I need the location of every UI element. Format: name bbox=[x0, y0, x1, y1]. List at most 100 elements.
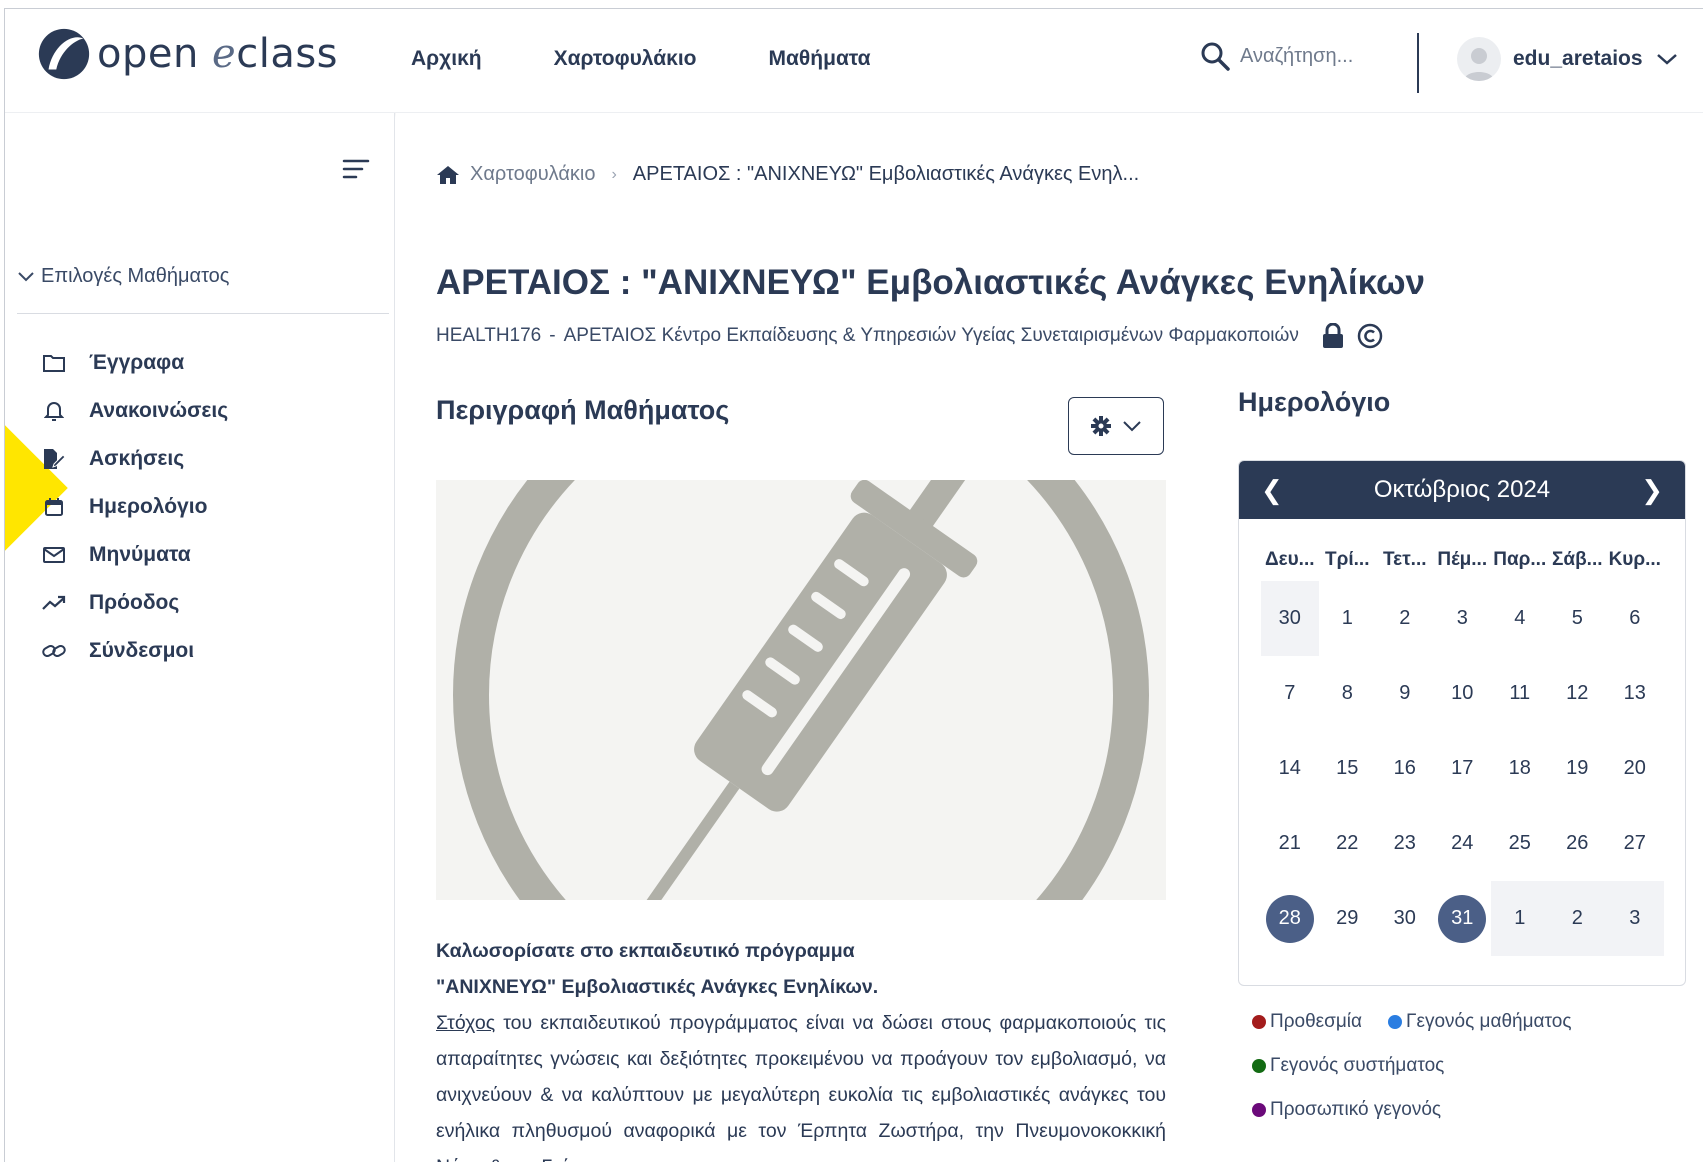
search-icon bbox=[1201, 42, 1230, 71]
sidebar-item-calendar[interactable]: Ημερολόγιο bbox=[37, 483, 228, 531]
legend-swatch bbox=[1252, 1103, 1266, 1117]
sidebar-item-progress[interactable]: Πρόοδος bbox=[37, 579, 228, 627]
course-options-toggle[interactable]: Επιλογές Μαθήματος bbox=[17, 265, 229, 288]
calendar-day[interactable]: 13 bbox=[1606, 656, 1664, 731]
calendar-day[interactable]: 16 bbox=[1376, 731, 1434, 806]
top-header: open eclass Αρχική Χαρτοφυλάκιο Μαθήματα… bbox=[5, 9, 1703, 113]
calendar-day[interactable]: 5 bbox=[1549, 581, 1607, 656]
legend-course-event: Γεγονός μαθήματος bbox=[1388, 1011, 1571, 1033]
nav-portfolio[interactable]: Χαρτοφυλάκιο bbox=[554, 47, 697, 71]
openeclass-logo[interactable]: open eclass bbox=[35, 25, 338, 83]
legend-personal-event: Προσωπικό γεγονός bbox=[1252, 1099, 1441, 1121]
avatar bbox=[1457, 37, 1501, 81]
calendar-day[interactable]: 19 bbox=[1549, 731, 1607, 806]
course-code: HEALTH176 bbox=[436, 325, 542, 346]
calendar-day[interactable]: 11 bbox=[1491, 656, 1549, 731]
calendar-day[interactable]: 20 bbox=[1606, 731, 1664, 806]
user-avatar-icon bbox=[1464, 48, 1494, 81]
legend-swatch bbox=[1388, 1015, 1403, 1029]
course-meta: HEALTH176 - ΑΡΕΤΑΙΟΣ Κέντρο Εκπαίδευσης … bbox=[436, 323, 1383, 349]
calendar-day[interactable]: 31 bbox=[1434, 881, 1492, 956]
calendar-day[interactable]: 22 bbox=[1319, 806, 1377, 881]
calendar-day[interactable]: 26 bbox=[1549, 806, 1607, 881]
weekday-label: Τετ... bbox=[1382, 549, 1427, 570]
calendar-day[interactable]: 27 bbox=[1606, 806, 1664, 881]
calendar-day[interactable]: 25 bbox=[1491, 806, 1549, 881]
calendar-day[interactable]: 30 bbox=[1261, 581, 1319, 656]
sidebar-item-label: Ανακοινώσεις bbox=[89, 399, 229, 422]
calendar-day[interactable]: 1 bbox=[1319, 581, 1377, 656]
calendar-days: 30 1 2 3 4 5 6 7 8 9 10 11 12 13 14 15 16 17 18 19 20 21 22 23 2… bbox=[1239, 581, 1685, 956]
calendar-day[interactable]: 28 bbox=[1261, 881, 1319, 956]
course-description-text: Καλωσορίσατε στο εκπαιδευτικό πρόγραμμα … bbox=[436, 933, 1166, 1162]
calendar-day[interactable]: 7 bbox=[1261, 656, 1319, 731]
prev-month-icon[interactable]: ❮ bbox=[1261, 475, 1283, 506]
sidebar-item-messages[interactable]: Μηνύματα bbox=[37, 531, 228, 579]
user-menu[interactable]: edu_aretaios bbox=[1457, 37, 1679, 81]
calendar-day[interactable]: 2 bbox=[1376, 581, 1434, 656]
calendar-day[interactable]: 4 bbox=[1491, 581, 1549, 656]
calendar-day[interactable]: 15 bbox=[1319, 731, 1377, 806]
weekday-label: Κυρ... bbox=[1608, 549, 1661, 570]
link-icon bbox=[42, 645, 66, 657]
sidebar-toggle-icon[interactable] bbox=[342, 157, 370, 181]
course-image bbox=[436, 480, 1166, 900]
search-placeholder[interactable]: Αναζήτηση... bbox=[1240, 45, 1353, 68]
calendar-heading: Ημερολόγιο bbox=[1238, 387, 1391, 417]
calendar-day[interactable]: 3 bbox=[1606, 881, 1664, 956]
sidebar-item-links[interactable]: Σύνδεσμοι bbox=[37, 627, 228, 675]
course-meta-separator: - bbox=[549, 325, 556, 346]
legend-swatch bbox=[1252, 1015, 1266, 1029]
sidebar-item-label: Ασκήσεις bbox=[89, 447, 185, 470]
sidebar-item-documents[interactable]: Έγγραφα bbox=[37, 339, 228, 387]
calendar-day[interactable]: 1 bbox=[1491, 881, 1549, 956]
calendar-day[interactable]: 8 bbox=[1319, 656, 1377, 731]
calendar-day[interactable]: 18 bbox=[1491, 731, 1549, 806]
chevron-down-icon bbox=[1656, 54, 1677, 65]
calendar-widget: ❮ Οκτώβριος 2024 ❯ Δευ... Τρί... Τετ... Πέμ… bbox=[1238, 460, 1686, 986]
goal-text: του εκπαιδευτικού προγράμματος είναι να … bbox=[436, 1012, 1166, 1162]
logo-text: open eclass bbox=[97, 31, 339, 77]
calendar-day[interactable]: 17 bbox=[1434, 731, 1492, 806]
calendar-day[interactable]: 6 bbox=[1606, 581, 1664, 656]
calendar-day[interactable]: 2 bbox=[1548, 881, 1606, 956]
nav-home[interactable]: Αρχική bbox=[411, 47, 482, 71]
sidebar-item-label: Ημερολόγιο bbox=[89, 495, 208, 518]
calendar-day[interactable]: 3 bbox=[1434, 581, 1492, 656]
header-divider bbox=[1417, 33, 1419, 93]
bell-icon bbox=[44, 402, 64, 421]
sidebar-item-announcements[interactable]: Ανακοινώσεις bbox=[37, 387, 228, 435]
legend-swatch bbox=[1252, 1059, 1266, 1073]
goal-paragraph: Στόχος του εκπαιδευτικού προγράμματος εί… bbox=[436, 1005, 1166, 1162]
calendar-legend: Προθεσμία Γεγονός μαθήματος Γεγονός συστ… bbox=[1252, 1011, 1571, 1143]
gear-icon bbox=[1091, 416, 1111, 436]
weekday-label: Σάβ... bbox=[1551, 549, 1603, 570]
calendar-day[interactable]: 24 bbox=[1434, 806, 1492, 881]
calendar-day[interactable]: 12 bbox=[1549, 656, 1607, 731]
exercise-icon bbox=[44, 449, 66, 469]
course-description-heading: Περιγραφή Μαθήματος bbox=[436, 395, 730, 425]
legend-system-event: Γεγονός συστήματος bbox=[1252, 1055, 1444, 1077]
legend-deadline: Προθεσμία bbox=[1252, 1011, 1362, 1033]
course-institution: ΑΡΕΤΑΙΟΣ Κέντρο Εκπαίδευσης & Υπηρεσιών … bbox=[563, 325, 1299, 346]
copyright-icon bbox=[1357, 323, 1383, 349]
calendar-day[interactable]: 23 bbox=[1376, 806, 1434, 881]
syringe-image-icon bbox=[453, 480, 1149, 900]
nav-courses[interactable]: Μαθήματα bbox=[769, 47, 871, 71]
calendar-day[interactable]: 10 bbox=[1434, 656, 1492, 731]
calendar-day[interactable]: 29 bbox=[1319, 881, 1377, 956]
sidebar-item-exercises[interactable]: Ασκήσεις bbox=[37, 435, 228, 483]
calendar-day[interactable]: 21 bbox=[1261, 806, 1319, 881]
description-settings-button[interactable] bbox=[1068, 397, 1164, 455]
calendar-day[interactable]: 30 bbox=[1376, 881, 1434, 956]
folder-icon bbox=[43, 355, 65, 372]
search-box[interactable]: Αναζήτηση... bbox=[1200, 41, 1353, 71]
calendar-day[interactable]: 14 bbox=[1261, 731, 1319, 806]
calendar-day[interactable]: 9 bbox=[1376, 656, 1434, 731]
breadcrumb-portfolio-link[interactable]: Χαρτοφυλάκιο bbox=[470, 163, 595, 186]
next-month-icon[interactable]: ❯ bbox=[1641, 475, 1663, 506]
trend-icon bbox=[42, 595, 66, 610]
home-icon[interactable] bbox=[436, 164, 460, 186]
sidebar-item-label: Σύνδεσμοι bbox=[89, 639, 195, 662]
weekday-label: Παρ... bbox=[1493, 549, 1547, 570]
